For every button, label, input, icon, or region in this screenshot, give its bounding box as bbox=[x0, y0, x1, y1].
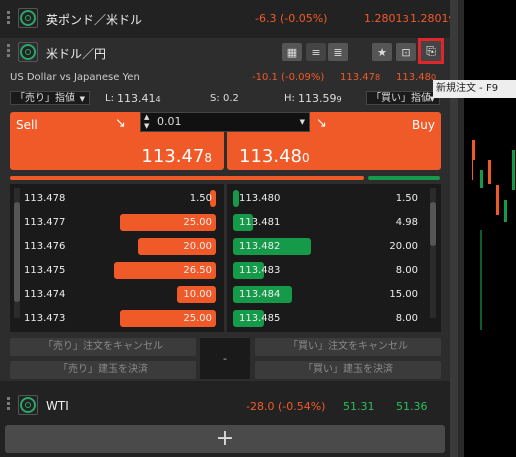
low-value: 113.414 bbox=[117, 92, 161, 105]
sell-arrow-icon: ↘ bbox=[115, 116, 126, 131]
ask-quantity[interactable]: 8.00 bbox=[358, 313, 418, 333]
view-grid-icon[interactable]: ▦ bbox=[282, 43, 302, 61]
ask-price: 113.481 bbox=[239, 217, 281, 228]
buy-arrow-icon: ↘ bbox=[316, 116, 327, 131]
sell-order-type-select[interactable]: 「売り」指値 ▼ bbox=[10, 91, 90, 105]
bid-price: 113.476 bbox=[24, 241, 66, 252]
quantity-stepper-icon[interactable]: ▲ ▼ bbox=[144, 113, 149, 131]
quantity-value: 0.01 bbox=[157, 115, 182, 128]
pair-ask: 51.36 bbox=[396, 400, 428, 413]
bid-quantity[interactable]: 25.00 bbox=[150, 217, 212, 237]
sell-ratio-bar bbox=[10, 176, 364, 180]
pair-change: -10.1 (-0.09%) bbox=[252, 72, 325, 83]
close-buy-positions-button[interactable]: 「買い」建玉を決済 bbox=[255, 361, 441, 379]
pair-ask: 1.28019 bbox=[410, 12, 455, 25]
watchlist-panel: 英ポンド／米ドル -6.3 (-0.05%) 1.28013 1.28019 米… bbox=[0, 0, 455, 457]
new-order-tooltip: 新規注文 - F9 bbox=[433, 80, 516, 98]
high-value: 113.599 bbox=[298, 92, 342, 105]
pair-change: -28.0 (-0.54%) bbox=[246, 400, 326, 413]
ask-price: 113.482 bbox=[239, 241, 281, 252]
chart-icon[interactable]: ⊡ bbox=[396, 43, 416, 61]
ask-price: 113.483 bbox=[239, 265, 281, 276]
buy-price: 113.480 bbox=[239, 146, 310, 167]
star-icon[interactable]: ★ bbox=[372, 43, 392, 61]
bid-quantity[interactable]: 25.00 bbox=[150, 313, 212, 333]
cancel-sell-orders-button[interactable]: 「売り」注文をキャンセル bbox=[10, 338, 196, 356]
bid-quantity[interactable]: 26.50 bbox=[150, 265, 212, 285]
pair-name: 英ポンド／米ドル bbox=[46, 13, 143, 27]
pair-panel-usdjpy: 米ドル／円 ▦ ≡ ≣ ★ ⊡ ⎘ US Dollar vs Japanese … bbox=[0, 38, 450, 381]
high-label: H: bbox=[284, 93, 295, 104]
close-sell-positions-button[interactable]: 「売り」建玉を決済 bbox=[10, 361, 196, 379]
spread-label: S: bbox=[210, 93, 220, 104]
bid-price: 113.477 bbox=[24, 217, 66, 228]
pair-row-gbpusd[interactable]: 英ポンド／米ドル -6.3 (-0.05%) 1.28013 1.28019 bbox=[0, 0, 455, 36]
bid-price: 113.475 bbox=[24, 265, 66, 276]
drag-handle[interactable] bbox=[7, 11, 10, 26]
ask-quantity[interactable]: 1.50 bbox=[358, 193, 418, 213]
expand-circle-icon[interactable] bbox=[20, 397, 36, 413]
bid-quantity[interactable]: 20.00 bbox=[150, 241, 212, 261]
ask-quantity[interactable]: 20.00 bbox=[358, 241, 418, 261]
pair-name: 米ドル／円 bbox=[46, 47, 107, 61]
new-order-icon[interactable]: ⎘ bbox=[418, 38, 444, 64]
spread-value: 0.2 bbox=[223, 93, 239, 104]
expand-circle-icon[interactable] bbox=[20, 10, 36, 26]
pair-row-wti[interactable]: WTI -28.0 (-0.54%) 51.31 51.36 bbox=[0, 392, 450, 420]
bid-price: 113.478 bbox=[24, 193, 66, 204]
bid-quantity[interactable]: 1.50 bbox=[150, 193, 212, 213]
buy-ratio-bar bbox=[368, 176, 440, 180]
buy-label: Buy bbox=[412, 118, 435, 132]
cancel-buy-orders-button[interactable]: 「買い」注文をキャンセル bbox=[255, 338, 441, 356]
ask-book-scrollbar[interactable] bbox=[430, 188, 436, 318]
splitter-bar[interactable] bbox=[450, 0, 458, 457]
ask-price: 113.480 bbox=[239, 193, 281, 204]
view-list-icon[interactable]: ≡ bbox=[306, 43, 326, 61]
ask-quantity[interactable]: 15.00 bbox=[358, 289, 418, 309]
quantity-input[interactable]: ▲ ▼ 0.01 ▼ bbox=[140, 112, 310, 132]
low-label: L: bbox=[105, 93, 114, 104]
bid-quantity[interactable]: 10.00 bbox=[150, 289, 212, 309]
sell-price: 113.478 bbox=[141, 146, 212, 167]
add-pair-button[interactable]: + bbox=[5, 425, 445, 453]
ask-quantity[interactable]: 8.00 bbox=[358, 265, 418, 285]
ask-quantity[interactable]: 4.98 bbox=[358, 217, 418, 237]
drag-handle[interactable] bbox=[7, 44, 10, 59]
expand-circle-icon[interactable] bbox=[20, 44, 36, 60]
pair-bid: 51.31 bbox=[343, 400, 375, 413]
ask-price: 113.485 bbox=[239, 313, 281, 324]
bid-price: 113.473 bbox=[24, 313, 66, 324]
pair-bid: 1.28013 bbox=[364, 12, 409, 25]
bid-book-scrollbar[interactable] bbox=[14, 188, 20, 318]
pair-full-name: US Dollar vs Japanese Yen bbox=[10, 72, 140, 83]
plus-icon: + bbox=[215, 426, 235, 451]
quantity-dropdown-icon[interactable]: ▼ bbox=[300, 113, 305, 131]
pair-bid: 113.478 bbox=[340, 72, 381, 83]
net-position: - bbox=[200, 338, 250, 379]
pair-change: -6.3 (-0.05%) bbox=[255, 12, 328, 25]
ask-price: 113.484 bbox=[239, 289, 281, 300]
splitter-edge bbox=[458, 0, 464, 457]
bid-price: 113.474 bbox=[24, 289, 66, 300]
buy-order-type-select[interactable]: 「買い」指値 ▼ bbox=[366, 91, 440, 105]
pair-name: WTI bbox=[46, 399, 69, 413]
sell-label: Sell bbox=[16, 118, 38, 132]
drag-handle[interactable] bbox=[7, 397, 10, 412]
view-compact-icon[interactable]: ≣ bbox=[328, 43, 348, 61]
pair-ask: 113.480 bbox=[396, 72, 437, 83]
